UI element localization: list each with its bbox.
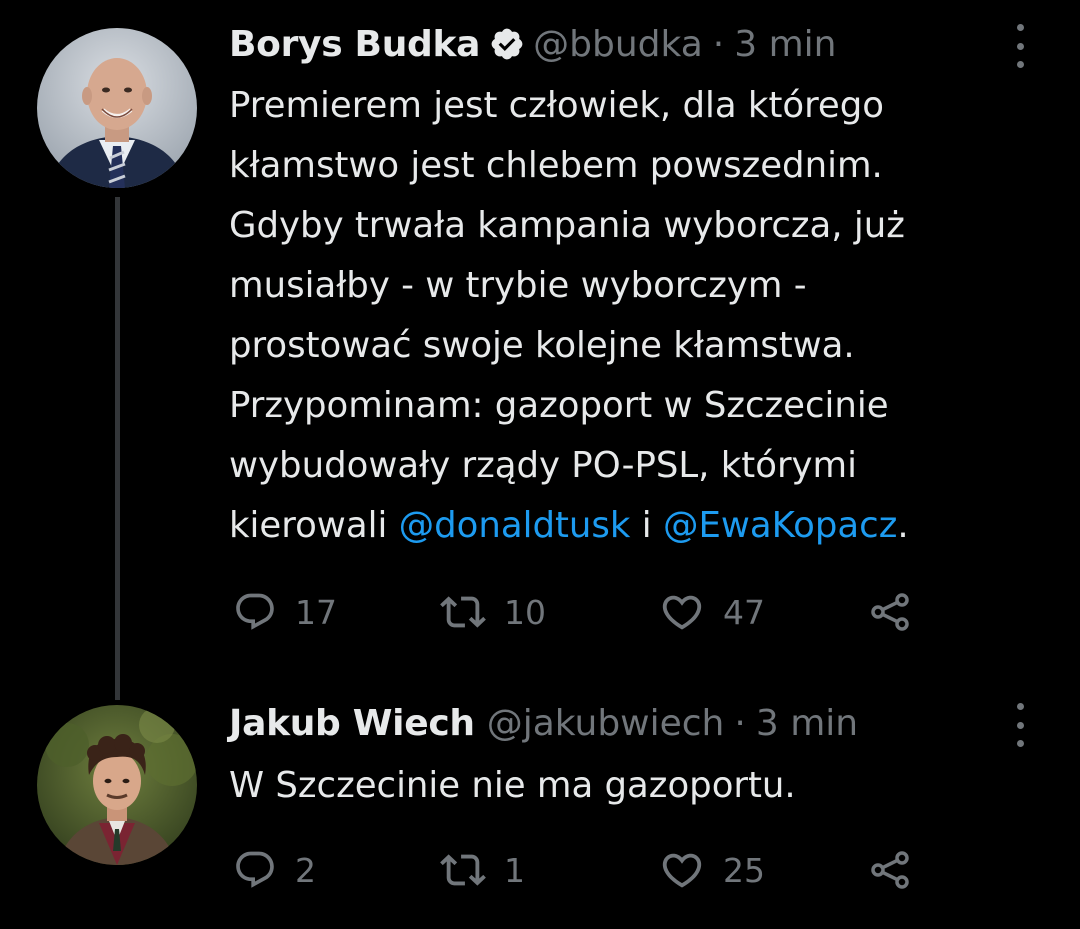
retweet-icon xyxy=(440,847,486,893)
tweet-borys-budka[interactable]: Borys Budka @bbudka · 3 min Premierem je… xyxy=(0,0,1080,700)
timestamp[interactable]: 3 min xyxy=(734,24,836,65)
tweet-header: Borys Budka @bbudka · 3 min xyxy=(229,18,836,70)
verified-badge-icon xyxy=(489,26,525,62)
share-button[interactable] xyxy=(866,845,914,895)
share-icon xyxy=(866,846,914,894)
like-button[interactable]: 25 xyxy=(659,845,765,895)
mention-link[interactable]: @EwaKopacz xyxy=(663,505,897,546)
more-options-icon[interactable] xyxy=(1008,703,1032,747)
like-button[interactable]: 47 xyxy=(659,587,765,637)
more-options-icon[interactable] xyxy=(1008,24,1032,68)
mention-link[interactable]: @donaldtusk xyxy=(399,505,631,546)
tweet-actions: 2 1 25 xyxy=(0,845,1080,895)
separator-dot: · xyxy=(712,23,725,65)
tweet-header: Jakub Wiech @jakubwiech · 3 min xyxy=(229,697,858,749)
display-name[interactable]: Jakub Wiech xyxy=(229,703,475,744)
separator-dot: · xyxy=(734,702,746,744)
tweet-jakub-wiech[interactable]: Jakub Wiech @jakubwiech · 3 min W Szczec… xyxy=(0,700,1080,929)
reply-button[interactable]: 17 xyxy=(233,587,337,637)
avatar-photo-icon xyxy=(37,28,197,188)
like-count: 47 xyxy=(723,592,765,632)
heart-icon xyxy=(659,847,705,893)
retweet-count: 10 xyxy=(504,592,546,632)
timestamp[interactable]: 3 min xyxy=(756,703,858,744)
tweet-text-line: kłamstwo jest chlebem powszednim. xyxy=(229,145,883,186)
retweet-button[interactable]: 1 xyxy=(440,845,525,895)
heart-icon xyxy=(659,589,705,635)
reply-button[interactable]: 2 xyxy=(233,845,316,895)
share-button[interactable] xyxy=(866,587,914,637)
retweet-count: 1 xyxy=(504,850,525,890)
avatar[interactable] xyxy=(37,28,197,188)
handle[interactable]: @jakubwiech xyxy=(487,703,725,744)
share-icon xyxy=(866,588,914,636)
avatar-photo-icon xyxy=(37,705,197,865)
tweet-text-segment: . xyxy=(897,505,909,546)
reply-count: 2 xyxy=(295,850,316,890)
tweet-text: W Szczecinie nie ma gazoportu. xyxy=(229,756,1029,816)
like-count: 25 xyxy=(723,850,765,890)
retweet-button[interactable]: 10 xyxy=(440,587,546,637)
handle[interactable]: @bbudka xyxy=(533,24,703,65)
tweet-text-line: Premierem jest człowiek, dla którego xyxy=(229,85,885,126)
tweet-text-line: musiałby - w trybie wyborczym - xyxy=(229,265,807,306)
tweet-text-line: Gdyby trwała kampania wyborcza, już xyxy=(229,205,905,246)
reply-icon xyxy=(233,590,277,634)
avatar[interactable] xyxy=(37,705,197,865)
tweet-text-segment: kierowali xyxy=(229,505,399,546)
tweet-text-line: W Szczecinie nie ma gazoportu. xyxy=(229,765,796,806)
tweet-actions: 17 10 47 xyxy=(0,587,1080,637)
tweet-text-line: Przypominam: gazoport w Szczecinie xyxy=(229,385,889,426)
tweet-text-line: prostować swoje kolejne kłamstwa. xyxy=(229,325,855,366)
tweet-text-line: wybudowały rządy PO-PSL, którymi xyxy=(229,445,857,486)
reply-count: 17 xyxy=(295,592,337,632)
tweet-text-segment: i xyxy=(630,505,663,546)
reply-icon xyxy=(233,848,277,892)
display-name[interactable]: Borys Budka xyxy=(229,24,480,65)
retweet-icon xyxy=(440,589,486,635)
tweet-text: Premierem jest człowiek, dla którego kła… xyxy=(229,76,1029,556)
